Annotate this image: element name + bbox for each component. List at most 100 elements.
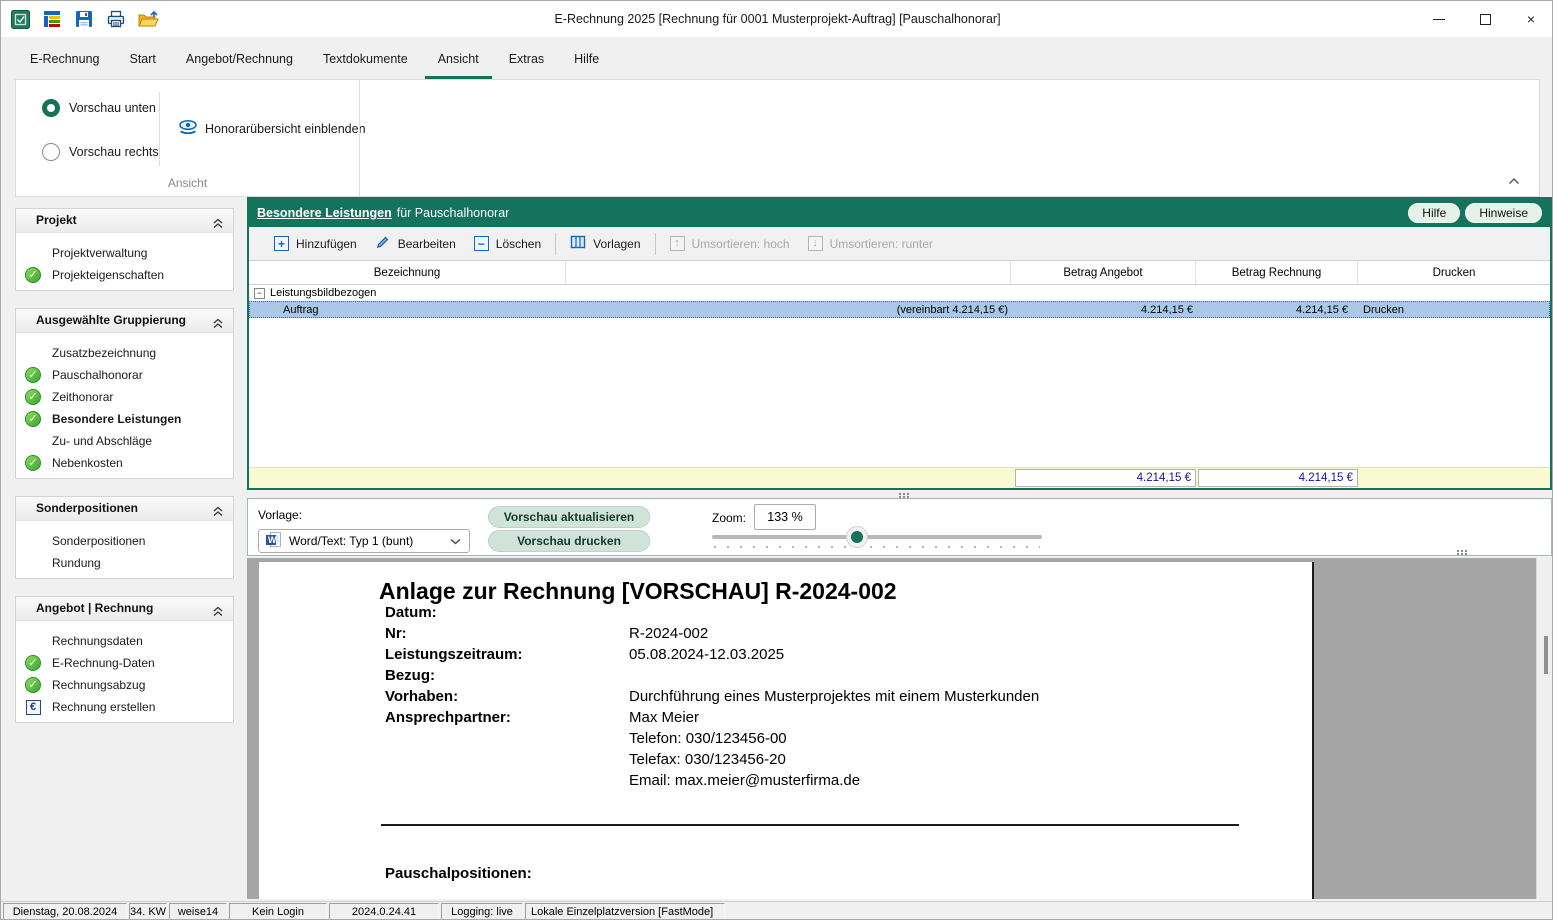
minus-icon: −	[473, 236, 489, 251]
sum-betrag-rechnung: 4.214,15 €	[1198, 469, 1358, 487]
leistungen-table: Bezeichnung Betrag Angebot Betrag Rechnu…	[249, 261, 1550, 488]
pencil-icon	[375, 234, 391, 253]
panel-title: Besondere Leistungen	[257, 206, 392, 220]
column-header-bezeichnung[interactable]: Bezeichnung	[249, 261, 566, 284]
table-group-row[interactable]: − Leistungsbildbezogen	[249, 285, 1550, 301]
sidebar-item-rechnungsdaten[interactable]: Rechnungsdaten	[16, 630, 233, 652]
check-icon: ✓	[25, 655, 41, 671]
section-title: Angebot | Rechnung	[36, 601, 154, 615]
zoom-slider-thumb[interactable]	[846, 526, 868, 548]
zoom-slider-track[interactable]	[712, 535, 1042, 539]
sidebar-item-zeithonorar[interactable]: ✓ Zeithonorar	[16, 386, 233, 408]
doc-contact-telefon: Telefon: 030/123456-00	[629, 730, 787, 747]
status-week: 34. KW	[129, 903, 167, 919]
tab-textdokumente[interactable]: Textdokumente	[310, 44, 421, 79]
sidebar-item-rechnungsabzug[interactable]: ✓ Rechnungsabzug	[16, 674, 233, 696]
status-host: weise14	[169, 903, 227, 919]
sort-up-button[interactable]: ↑ Umsortieren: hoch	[661, 232, 799, 255]
refresh-preview-button[interactable]: Vorschau aktualisieren	[488, 506, 650, 528]
templates-icon	[570, 234, 586, 253]
tab-angebot-rechnung[interactable]: Angebot/Rechnung	[173, 44, 306, 79]
check-icon: ✓	[25, 267, 41, 283]
column-header-spacer[interactable]	[566, 261, 1011, 284]
sidebar-item-nebenkosten[interactable]: ✓ Nebenkosten	[16, 452, 233, 474]
radio-preview-right[interactable]: Vorschau rechts	[42, 141, 159, 163]
toolbar-separator	[654, 232, 656, 255]
close-button[interactable]: ×	[1508, 1, 1552, 37]
sidebar-item-projektverwaltung[interactable]: Projektverwaltung	[16, 242, 233, 264]
chevron-down-icon	[450, 534, 461, 548]
sidebar-section-projekt: Projekt Projektverwaltung ✓ Projekteigens…	[15, 208, 234, 291]
sidebar-item-rundung[interactable]: Rundung	[16, 552, 233, 574]
delete-button[interactable]: − Löschen	[465, 232, 550, 255]
column-header-betrag-rechnung[interactable]: Betrag Rechnung	[1196, 261, 1358, 284]
add-button[interactable]: + Hinzufügen	[265, 232, 366, 255]
chevrons-up-icon	[212, 214, 224, 237]
tab-ansicht[interactable]: Ansicht	[424, 44, 492, 79]
template-label: Vorlage:	[258, 508, 303, 522]
document-page: Anlage zur Rechnung [VORSCHAU] R-2024-00…	[259, 562, 1314, 899]
section-title: Sonderpositionen	[36, 501, 138, 515]
sidebar-item-rechnung-erstellen[interactable]: € Rechnung erstellen	[16, 696, 233, 718]
tab-extras[interactable]: Extras	[496, 44, 557, 79]
minimize-icon	[1433, 18, 1445, 20]
column-header-betrag-angebot[interactable]: Betrag Angebot	[1011, 261, 1196, 284]
document-section-heading: Pauschalpositionen:	[385, 865, 532, 882]
preview-toolbar: Vorlage: W Word/Text: Typ 1 (bunt) Vorsc…	[247, 498, 1552, 556]
sidebar-item-zu-und-abschlaege[interactable]: Zu- und Abschläge	[16, 430, 233, 452]
fee-overview-toggle[interactable]: Honorarübersicht einblenden	[170, 117, 374, 141]
tab-e-rechnung[interactable]: E-Rechnung	[17, 44, 113, 79]
panel-toolbar: + Hinzufügen Bearbeiten − Löschen Vorlagen…	[249, 227, 1550, 261]
besondere-leistungen-panel: Besondere Leistungen für Pauschalhonorar…	[247, 197, 1552, 490]
table-row-auftrag[interactable]: Auftrag (vereinbart 4.214,15 €) 4.214,15…	[249, 301, 1550, 318]
chevrons-up-icon	[212, 314, 224, 337]
status-login: Kein Login	[229, 903, 327, 919]
doc-field-bezug: Bezug:	[385, 667, 435, 684]
sidebar-item-pauschalhonorar[interactable]: ✓ Pauschalhonorar	[16, 364, 233, 386]
zoom-value-box[interactable]: 133 %	[754, 504, 816, 530]
splitter-grip-icon	[898, 493, 901, 495]
tab-hilfe[interactable]: Hilfe	[561, 44, 612, 79]
minimize-button[interactable]	[1416, 1, 1462, 37]
sidebar-item-e-rechnung-daten[interactable]: ✓ E-Rechnung-Daten	[16, 652, 233, 674]
toolbar-separator	[555, 232, 557, 255]
sidebar-item-besondere-leistungen[interactable]: ✓ Besondere Leistungen	[16, 408, 233, 430]
section-header-gruppierung[interactable]: Ausgewählte Gruppierung	[16, 309, 233, 333]
slider-thumb-dot	[851, 531, 863, 543]
hints-button[interactable]: Hinweise	[1465, 203, 1542, 223]
ribbon-divider	[159, 92, 160, 166]
radio-preview-bottom[interactable]: Vorschau unten	[42, 97, 156, 119]
scrollbar-thumb[interactable]	[1544, 636, 1548, 674]
tab-start[interactable]: Start	[117, 44, 169, 79]
section-header-angebot-rechnung[interactable]: Angebot | Rechnung	[16, 597, 233, 621]
doc-field-vorhaben: Vorhaben: Durchführung eines Musterproje…	[385, 688, 1040, 705]
maximize-button[interactable]	[1462, 1, 1508, 37]
sidebar-item-sonderpositionen[interactable]: Sonderpositionen	[16, 530, 233, 552]
panel-header: Besondere Leistungen für Pauschalhonorar…	[249, 199, 1550, 227]
arrow-up-icon: ↑	[669, 236, 685, 251]
sidebar-item-projekteigenschaften[interactable]: ✓ Projekteigenschaften	[16, 264, 233, 286]
preview-scrollbar[interactable]	[1536, 558, 1552, 899]
radio-unselected-icon	[42, 143, 60, 161]
help-button[interactable]: Hilfe	[1408, 203, 1461, 223]
column-header-drucken[interactable]: Drucken	[1358, 261, 1550, 284]
template-dropdown[interactable]: W Word/Text: Typ 1 (bunt)	[258, 529, 470, 553]
collapse-ribbon-button[interactable]	[1505, 174, 1523, 188]
ribbon-group-label: Ansicht	[167, 176, 208, 190]
check-icon: ✓	[25, 677, 41, 693]
ribbon-group-border	[359, 80, 360, 196]
section-header-projekt[interactable]: Projekt	[16, 209, 233, 233]
sidebar-item-zusatzbezeichnung[interactable]: Zusatzbezeichnung	[16, 342, 233, 364]
section-title: Ausgewählte Gruppierung	[36, 313, 187, 327]
print-preview-button[interactable]: Vorschau drucken	[488, 530, 650, 552]
templates-button[interactable]: Vorlagen	[561, 230, 649, 257]
edit-button[interactable]: Bearbeiten	[366, 230, 465, 257]
title-bar: E-Rechnung 2025 [Rechnung für 0001 Muste…	[1, 1, 1552, 37]
horizontal-splitter[interactable]	[247, 490, 1552, 498]
document-preview-pane: Anlage zur Rechnung [VORSCHAU] R-2024-00…	[247, 558, 1552, 899]
collapse-group-icon[interactable]: −	[254, 287, 265, 299]
word-document-icon: W	[265, 531, 282, 551]
template-selected-value: Word/Text: Typ 1 (bunt)	[289, 534, 414, 548]
sort-down-button[interactable]: ↓ Umsortieren: runter	[799, 232, 942, 255]
section-header-sonderpositionen[interactable]: Sonderpositionen	[16, 497, 233, 521]
